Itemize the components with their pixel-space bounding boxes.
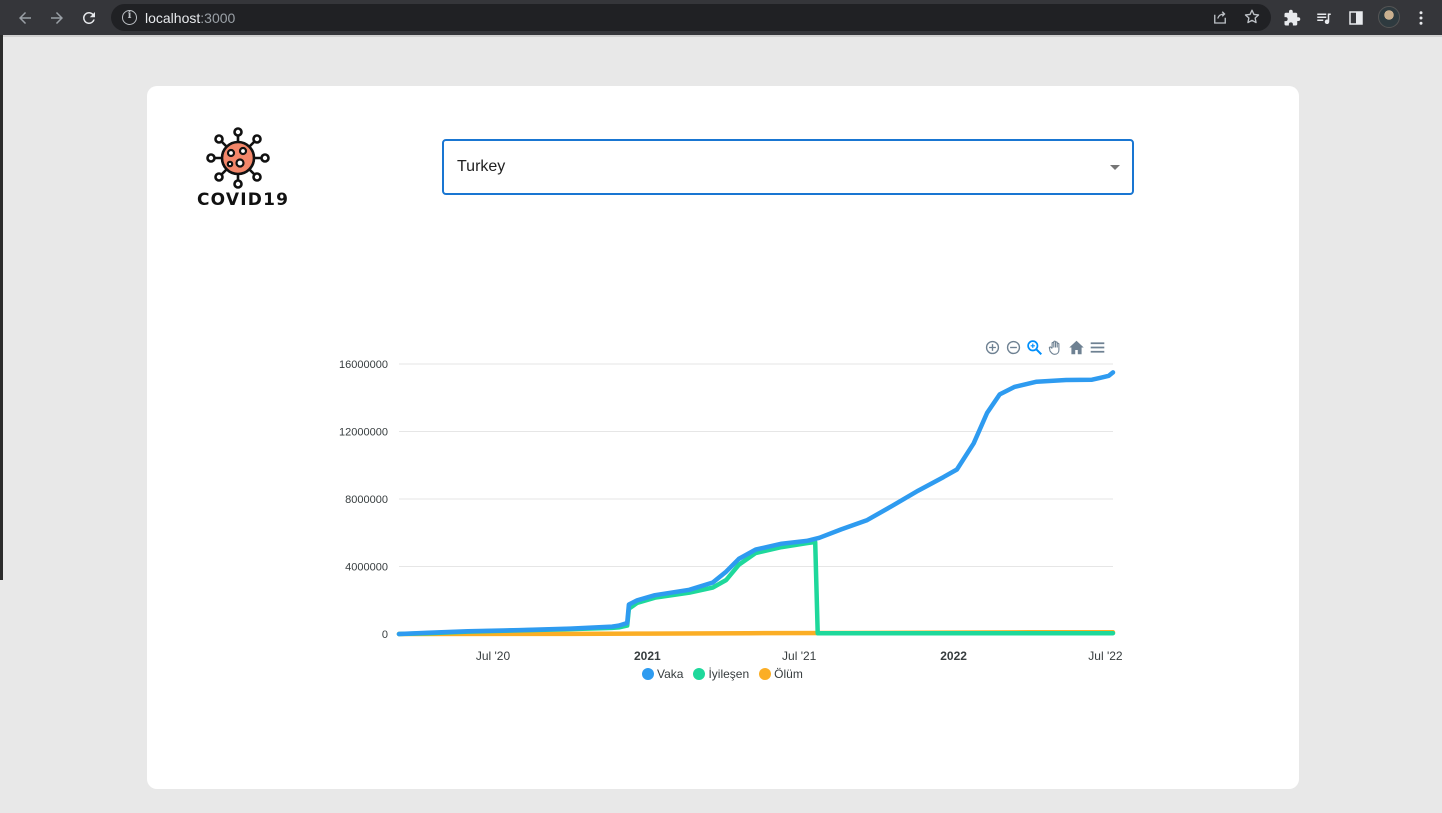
address-bar[interactable]: localhost:3000 bbox=[111, 4, 1271, 31]
country-select-value: Turkey bbox=[457, 158, 506, 175]
covid19-logo: COVID19 bbox=[197, 126, 290, 210]
main-card: COVID19 Turkey 0 4000000 8000000 1200000… bbox=[147, 86, 1299, 789]
back-button[interactable] bbox=[13, 6, 37, 30]
media-button[interactable] bbox=[1312, 6, 1336, 30]
legend-label-iyilesen: İyileşen bbox=[708, 667, 750, 681]
legend-item-vaka[interactable]: Vaka bbox=[642, 667, 683, 681]
share-icon bbox=[1214, 11, 1226, 24]
playlist-icon bbox=[1317, 13, 1331, 25]
y-tick-label: 16000000 bbox=[339, 359, 388, 371]
caret-down-icon bbox=[1110, 165, 1120, 170]
y-tick-label: 8000000 bbox=[345, 494, 388, 506]
page-top-border bbox=[0, 35, 1442, 37]
x-tick-label: Jul '20 bbox=[476, 649, 511, 663]
browser-toolbar: localhost:3000 bbox=[0, 0, 1442, 35]
x-tick-label: 2022 bbox=[940, 649, 967, 663]
bookmark-button[interactable] bbox=[1240, 5, 1264, 29]
covid-chart: 0 4000000 8000000 12000000 16000000 Jul '20 20… bbox=[337, 333, 1127, 693]
virus-icon bbox=[206, 127, 270, 189]
legend-item-iyilesen[interactable]: İyileşen bbox=[693, 667, 749, 681]
forward-button[interactable] bbox=[45, 6, 69, 30]
series-line-vaka bbox=[396, 370, 1116, 637]
side-panel-icon bbox=[1349, 11, 1363, 25]
country-select[interactable]: Turkey bbox=[442, 139, 1134, 195]
side-panel-button[interactable] bbox=[1344, 6, 1368, 30]
reload-button[interactable] bbox=[77, 6, 101, 30]
chart-legend: Vaka İyileşen Ölüm bbox=[642, 667, 803, 681]
logo-text: COVID19 bbox=[197, 190, 290, 210]
legend-item-olum[interactable]: Ölüm bbox=[759, 667, 803, 681]
chart-plot: 0 4000000 8000000 12000000 16000000 Jul '20 20… bbox=[339, 359, 1123, 663]
x-tick-label: Jul '21 bbox=[782, 649, 817, 663]
browser-menu-button[interactable] bbox=[1409, 6, 1433, 30]
window-edge bbox=[0, 35, 3, 580]
star-icon bbox=[1244, 9, 1260, 24]
reload-icon bbox=[82, 11, 95, 24]
profile-avatar[interactable] bbox=[1378, 6, 1400, 28]
y-tick-label: 12000000 bbox=[339, 427, 388, 439]
x-tick-label: Jul '22 bbox=[1088, 649, 1123, 663]
y-tick-label: 4000000 bbox=[345, 562, 388, 574]
legend-marker-olum bbox=[759, 668, 772, 680]
legend-label-vaka: Vaka bbox=[657, 667, 684, 681]
series-line-iyilesen bbox=[396, 539, 1116, 637]
arrow-right-icon bbox=[51, 12, 63, 24]
puzzle-icon bbox=[1284, 9, 1301, 26]
y-tick-label: 0 bbox=[382, 629, 388, 641]
kebab-menu-icon bbox=[1419, 11, 1423, 25]
legend-marker-iyilesen bbox=[693, 668, 706, 680]
legend-label-olum: Ölüm bbox=[774, 667, 803, 681]
arrow-left-icon bbox=[19, 12, 31, 24]
share-button[interactable] bbox=[1208, 5, 1232, 29]
extensions-button[interactable] bbox=[1280, 6, 1304, 30]
x-tick-label: 2021 bbox=[634, 649, 661, 663]
site-info-icon[interactable] bbox=[122, 10, 137, 25]
legend-marker-vaka bbox=[642, 668, 654, 680]
url-text: localhost:3000 bbox=[145, 10, 236, 26]
